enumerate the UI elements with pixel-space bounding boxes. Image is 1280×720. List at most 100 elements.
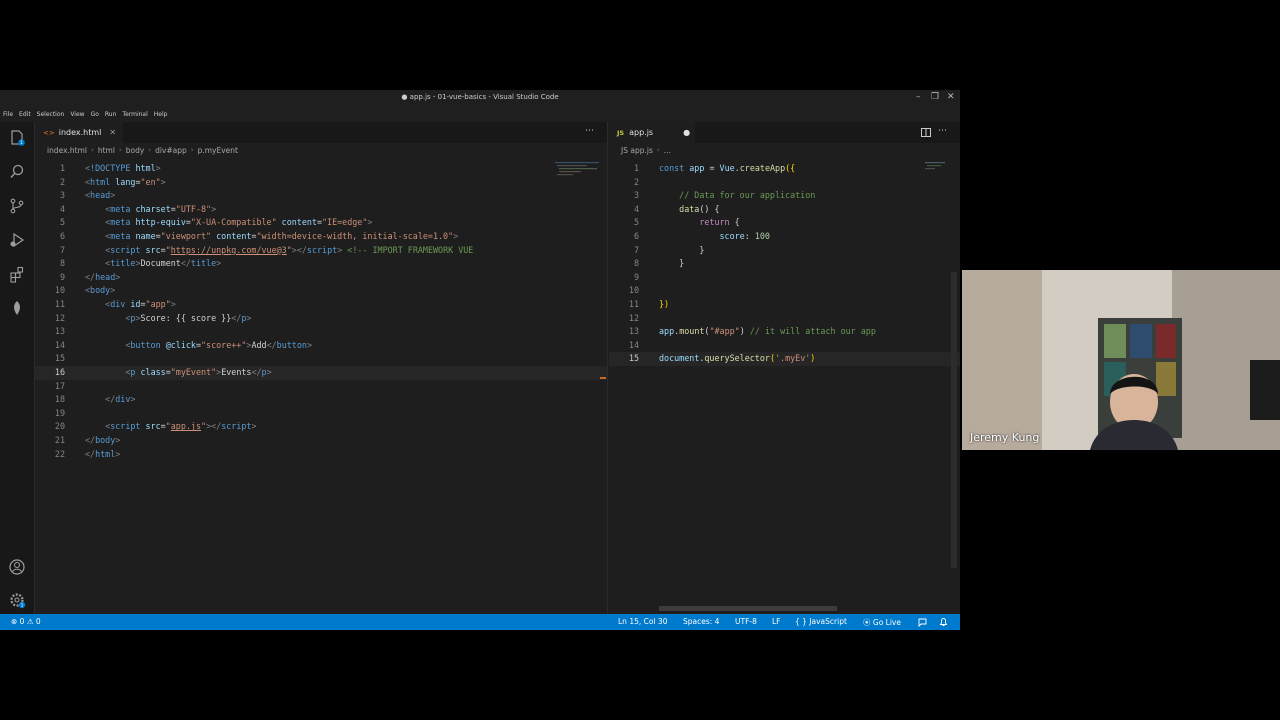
unsaved-dot-icon[interactable]: ● [683, 128, 690, 137]
code-line[interactable]: 8 } [609, 257, 960, 271]
code-line[interactable]: 4 <meta charset="UTF-8"> [35, 203, 607, 217]
more-actions-icon[interactable]: ⋯ [585, 126, 594, 136]
menu-terminal[interactable]: Terminal [122, 111, 147, 118]
code-token: meta [110, 203, 136, 214]
menu-selection[interactable]: Selection [37, 111, 65, 118]
code-line[interactable]: 5 <meta http-equiv="X-UA-Compatible" con… [35, 216, 607, 230]
split-editor-icon[interactable] [921, 128, 931, 137]
code-line[interactable]: 19 [35, 407, 607, 421]
menu-view[interactable]: View [70, 111, 84, 118]
code-line[interactable]: 21 </body> [35, 434, 607, 448]
code-line[interactable]: 6 score: 100 [609, 230, 960, 244]
notifications-bell-icon[interactable] [939, 617, 948, 627]
code-line[interactable]: 9 [609, 271, 960, 285]
code-token: '.myEv' [775, 353, 811, 364]
breadcrumb-item[interactable]: div#app [155, 146, 187, 155]
vertical-scrollbar[interactable] [951, 272, 957, 568]
run-debug-icon[interactable] [8, 231, 26, 249]
minimap-left[interactable] [555, 162, 599, 202]
breadcrumb-right: JS app.js › ... [621, 145, 671, 155]
code-line[interactable]: 11}) [609, 298, 960, 312]
feedback-icon[interactable] [918, 618, 927, 627]
code-line[interactable]: 14 [609, 339, 960, 353]
breadcrumb-item[interactable]: body [126, 146, 145, 155]
code-line[interactable]: 9 </head> [35, 271, 607, 285]
settings-gear-icon[interactable]: 1 [8, 591, 26, 609]
code-line[interactable]: 1 <!DOCTYPE html> [35, 162, 607, 176]
search-icon[interactable] [8, 163, 26, 181]
code-text: <meta charset="UTF-8"> [85, 203, 216, 217]
code-line[interactable]: 11 <div id="app"> [35, 298, 607, 312]
tab-index-html[interactable]: <> index.html ✕ [35, 122, 123, 143]
explorer-icon[interactable]: 1 [8, 129, 26, 147]
breadcrumb-item[interactable]: JS app.js [621, 146, 653, 155]
breadcrumb-item[interactable]: index.html [47, 146, 87, 155]
code-text: <title>Document</title> [85, 257, 221, 271]
menu-edit[interactable]: Edit [19, 111, 31, 118]
menu-file[interactable]: File [3, 111, 13, 118]
tab-app-js[interactable]: JS app.js ● [609, 122, 695, 143]
menu-help[interactable]: Help [154, 111, 168, 118]
code-line[interactable]: 15 [35, 352, 607, 366]
code-line[interactable]: 20 <script src="app.js"></script> [35, 420, 607, 434]
line-number: 21 [54, 435, 65, 445]
code-line[interactable]: 6 <meta name="viewport" content="width=d… [35, 230, 607, 244]
code-line[interactable]: 4 data() { [609, 203, 960, 217]
go-live-button[interactable]: ⦿ Go Live [863, 617, 901, 628]
code-line[interactable]: 1 const app = Vue.createApp({ [609, 162, 960, 176]
code-line[interactable]: 13 app.mount("#app") // it will attach ou… [609, 325, 960, 339]
code-line[interactable]: 17 [35, 380, 607, 394]
code-line[interactable]: 18 </div> [35, 393, 607, 407]
code-token: https://unpkg.com/vue@3 [170, 244, 287, 255]
code-text: </html> [85, 448, 120, 462]
account-icon[interactable] [8, 558, 26, 576]
code-line[interactable]: 10 <body> [35, 284, 607, 298]
menu-run[interactable]: Run [105, 111, 117, 118]
code-line[interactable]: 5 return { [609, 216, 960, 230]
indentation[interactable]: Spaces: 4 [683, 617, 719, 626]
minimap-right[interactable] [925, 162, 960, 202]
breadcrumb-item[interactable]: html [98, 146, 115, 155]
code-line[interactable]: 15 document.querySelector('.myEv') [609, 352, 960, 366]
line-number: 1 [59, 163, 65, 173]
code-line[interactable]: 7 <script src="https://unpkg.com/vue@3">… [35, 244, 607, 258]
line-number: 8 [59, 258, 65, 269]
code-line[interactable]: 2 [609, 176, 960, 190]
code-line[interactable]: 8 <title>Document</title> [35, 257, 607, 271]
code-line[interactable]: 10 [609, 284, 960, 298]
line-number: 9 [59, 271, 65, 282]
encoding[interactable]: UTF-8 [735, 617, 757, 626]
code-line[interactable]: 16 <p class="myEvent">Events</p> [35, 366, 607, 380]
cursor-position[interactable]: Ln 15, Col 30 [618, 617, 667, 626]
code-line[interactable]: 13 [35, 325, 607, 339]
code-line[interactable]: 7 } [609, 244, 960, 258]
horizontal-scrollbar[interactable] [659, 606, 837, 611]
menu-go[interactable]: Go [91, 111, 99, 118]
close-window-button[interactable]: ✕ [947, 92, 955, 102]
code-token: > [367, 217, 373, 228]
more-actions-icon[interactable]: ⋯ [938, 126, 947, 136]
maximize-button[interactable]: ❐ [931, 92, 939, 102]
end-of-line[interactable]: LF [772, 617, 781, 626]
code-line[interactable]: 2 <html lang="en"> [35, 176, 607, 190]
code-token: body [90, 285, 111, 296]
source-control-icon[interactable] [8, 197, 26, 215]
code-token: 100 [754, 231, 770, 241]
code-line[interactable]: 3 // Data for our application [609, 189, 960, 203]
breadcrumb-item[interactable]: ... [664, 146, 671, 155]
code-line[interactable]: 22 </html> [35, 448, 607, 462]
code-token: meta [110, 217, 136, 228]
code-line[interactable]: 12 [609, 312, 960, 326]
breadcrumb-item[interactable]: p.myEvent [198, 146, 238, 155]
close-icon[interactable]: ✕ [109, 128, 116, 137]
code-line[interactable]: 12 <p>Score: {{ score }}</p> [35, 312, 607, 326]
problems-indicator[interactable]: ⊗ 0 ⚠ 0 [11, 617, 41, 626]
code-line[interactable]: 3 <head> [35, 189, 607, 203]
extensions-icon[interactable] [8, 265, 26, 283]
live-share-icon[interactable] [8, 299, 26, 317]
code-line[interactable]: 14 <button @click="score++">Add</button> [35, 339, 607, 353]
minimize-button[interactable]: – [916, 92, 921, 102]
language-mode[interactable]: { } JavaScript [795, 617, 847, 626]
code-token: : [744, 231, 755, 241]
